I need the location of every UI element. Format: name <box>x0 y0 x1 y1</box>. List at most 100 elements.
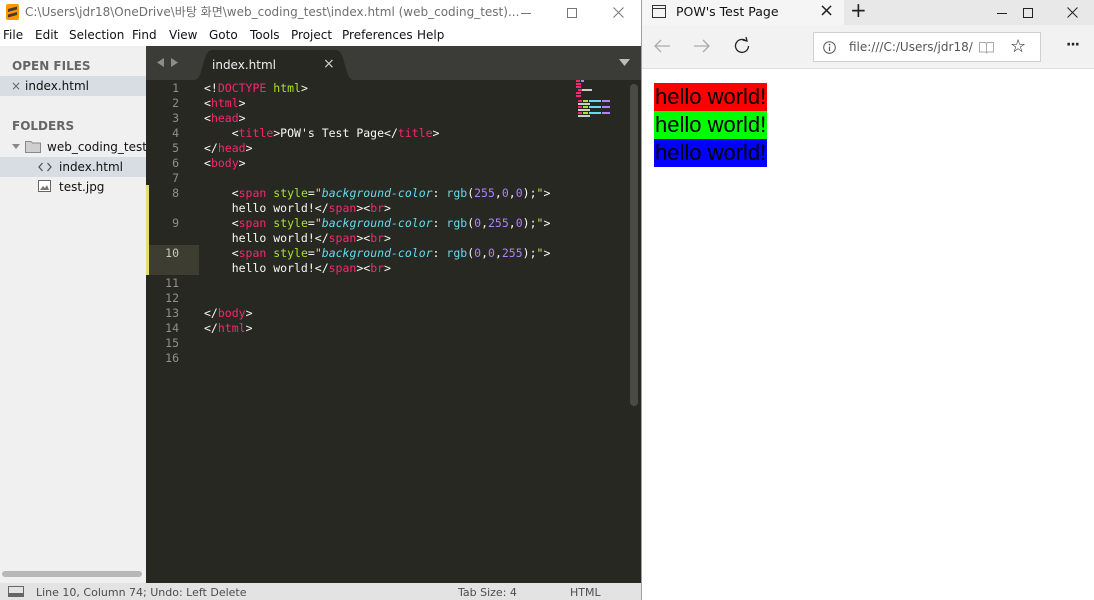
back-icon[interactable] <box>653 36 671 56</box>
code-line: <head> <box>204 111 246 125</box>
window-title: C:\Users\jdr18\OneDrive\바탕 화면\web_coding… <box>25 5 520 19</box>
line-number: 8 <box>172 186 179 200</box>
editor-scrollbar[interactable] <box>630 84 638 406</box>
tab-close-icon[interactable]: × <box>323 56 335 72</box>
menu-project[interactable]: Project <box>291 28 332 42</box>
menu-bar: File Edit Selection Find View Goto Tools… <box>0 25 641 46</box>
favorite-star-icon[interactable]: ☆ <box>1010 36 1026 57</box>
browser-tab-strip: POW's Test Page × + <box>642 0 1094 25</box>
code-line: </head> <box>204 141 253 155</box>
browser-tab[interactable]: POW's Test Page × <box>642 0 844 25</box>
menu-goto[interactable]: Goto <box>209 28 238 42</box>
console-toggle-icon[interactable] <box>8 586 24 597</box>
hello-world-blue: hello world! <box>654 139 768 167</box>
code-line: hello world!</span><br> <box>204 231 391 245</box>
maximize-button[interactable] <box>549 0 595 25</box>
web-page-content: hello world! hello world! hello world! <box>642 69 1094 600</box>
code-editor[interactable]: 1 2 3 4 5 6 7 8 9 10 11 12 13 14 15 16 <… <box>146 80 641 583</box>
tab-index-html[interactable]: index.html × <box>194 50 354 80</box>
minimize-icon <box>521 12 531 14</box>
close-button[interactable] <box>595 0 641 25</box>
address-bar[interactable]: file:///C:/Users/jdr18/ <box>813 32 1041 62</box>
info-icon[interactable] <box>823 41 836 54</box>
sidebar: OPEN FILES × index.html FOLDERS web_codi… <box>0 46 147 583</box>
line-number: 13 <box>165 306 179 320</box>
menu-find[interactable]: Find <box>132 28 157 42</box>
code-file-icon <box>38 162 52 172</box>
line-number: 3 <box>172 111 179 125</box>
menu-edit[interactable]: Edit <box>35 28 58 42</box>
folder-item[interactable]: web_coding_test <box>0 137 147 157</box>
line-number: 4 <box>172 126 179 140</box>
tab-label: index.html <box>212 58 276 72</box>
close-icon <box>612 7 624 18</box>
refresh-icon[interactable] <box>733 36 751 56</box>
folder-label: web_coding_test <box>47 140 147 154</box>
next-tab-icon[interactable] <box>171 58 178 67</box>
code-line: <!DOCTYPE html> <box>204 81 308 95</box>
code-line: hello world!</span><br> <box>204 261 391 275</box>
line-number: 12 <box>165 291 179 305</box>
minimize-button[interactable] <box>503 0 549 25</box>
file-label: test.jpg <box>59 180 105 194</box>
code-line-current: <span style="background-color: rgb(0,0,2… <box>204 246 551 260</box>
code-line: </body> <box>204 306 253 320</box>
forward-icon[interactable] <box>693 36 711 56</box>
image-file-icon <box>38 180 51 192</box>
url-text: file:///C:/Users/jdr18/ <box>849 40 973 54</box>
cursor-position: Line 10, Column 74; Undo: Left Delete <box>36 586 247 599</box>
line-number: 14 <box>165 321 179 335</box>
tab-size-indicator[interactable]: Tab Size: 4 <box>458 586 517 599</box>
menu-selection[interactable]: Selection <box>69 28 124 42</box>
minimap[interactable] <box>576 80 626 120</box>
folder-expand-icon[interactable] <box>12 143 20 151</box>
browser-tab-close-icon[interactable]: × <box>819 0 834 21</box>
maximize-icon <box>567 7 577 18</box>
sidebar-scrollbar[interactable] <box>2 571 142 577</box>
line-number: 15 <box>165 336 179 350</box>
line-number-current: 10 <box>165 246 179 260</box>
tab-bar: index.html × <box>146 46 641 80</box>
file-item-index[interactable]: index.html <box>0 157 146 177</box>
tab-dropdown-icon[interactable] <box>619 59 630 67</box>
maximize-icon <box>1023 7 1033 18</box>
file-label: index.html <box>59 160 123 174</box>
more-options-icon[interactable]: ··· <box>1066 37 1080 53</box>
line-number: 11 <box>165 276 179 290</box>
syntax-indicator[interactable]: HTML <box>570 586 601 599</box>
page-icon <box>652 5 666 18</box>
code-line: <span style="background-color: rgb(255,0… <box>204 186 551 200</box>
menu-tools[interactable]: Tools <box>250 28 280 42</box>
status-bar: Line 10, Column 74; Undo: Left Delete Ta… <box>0 583 641 600</box>
line-number: 9 <box>172 216 179 230</box>
open-files-header: OPEN FILES <box>12 59 91 73</box>
line-number: 6 <box>172 156 179 170</box>
code-line: </html> <box>204 321 253 335</box>
browser-tab-title: POW's Test Page <box>676 4 779 19</box>
menu-preferences[interactable]: Preferences <box>342 28 413 42</box>
hello-world-green: hello world! <box>654 111 768 139</box>
menu-help[interactable]: Help <box>417 28 444 42</box>
browser-close-button[interactable] <box>1049 0 1094 25</box>
sublime-title-bar: C:\Users\jdr18\OneDrive\바탕 화면\web_coding… <box>0 0 641 25</box>
sublime-text-window: C:\Users\jdr18\OneDrive\바탕 화면\web_coding… <box>0 0 641 600</box>
edge-browser-window: POW's Test Page × + file:///C:/Users/jdr… <box>641 0 1094 600</box>
browser-maximize-button[interactable] <box>1005 0 1051 25</box>
folders-header: FOLDERS <box>12 119 75 133</box>
browser-toolbar: file:///C:/Users/jdr18/ ☆ ··· <box>642 25 1094 69</box>
file-item-test-jpg[interactable]: test.jpg <box>0 177 146 197</box>
menu-file[interactable]: File <box>3 28 23 42</box>
open-file-item[interactable]: × index.html <box>0 76 146 96</box>
folder-icon <box>25 141 41 153</box>
new-tab-icon[interactable]: + <box>850 0 867 22</box>
line-number: 1 <box>172 81 179 95</box>
prev-tab-icon[interactable] <box>157 58 164 67</box>
close-icon <box>1066 7 1078 18</box>
hello-world-red: hello world! <box>654 83 768 111</box>
line-number: 2 <box>172 96 179 110</box>
close-file-icon[interactable]: × <box>11 79 21 93</box>
line-number: 7 <box>172 171 179 185</box>
line-number: 16 <box>165 351 179 365</box>
reading-view-icon[interactable] <box>979 41 994 54</box>
menu-view[interactable]: View <box>169 28 197 42</box>
